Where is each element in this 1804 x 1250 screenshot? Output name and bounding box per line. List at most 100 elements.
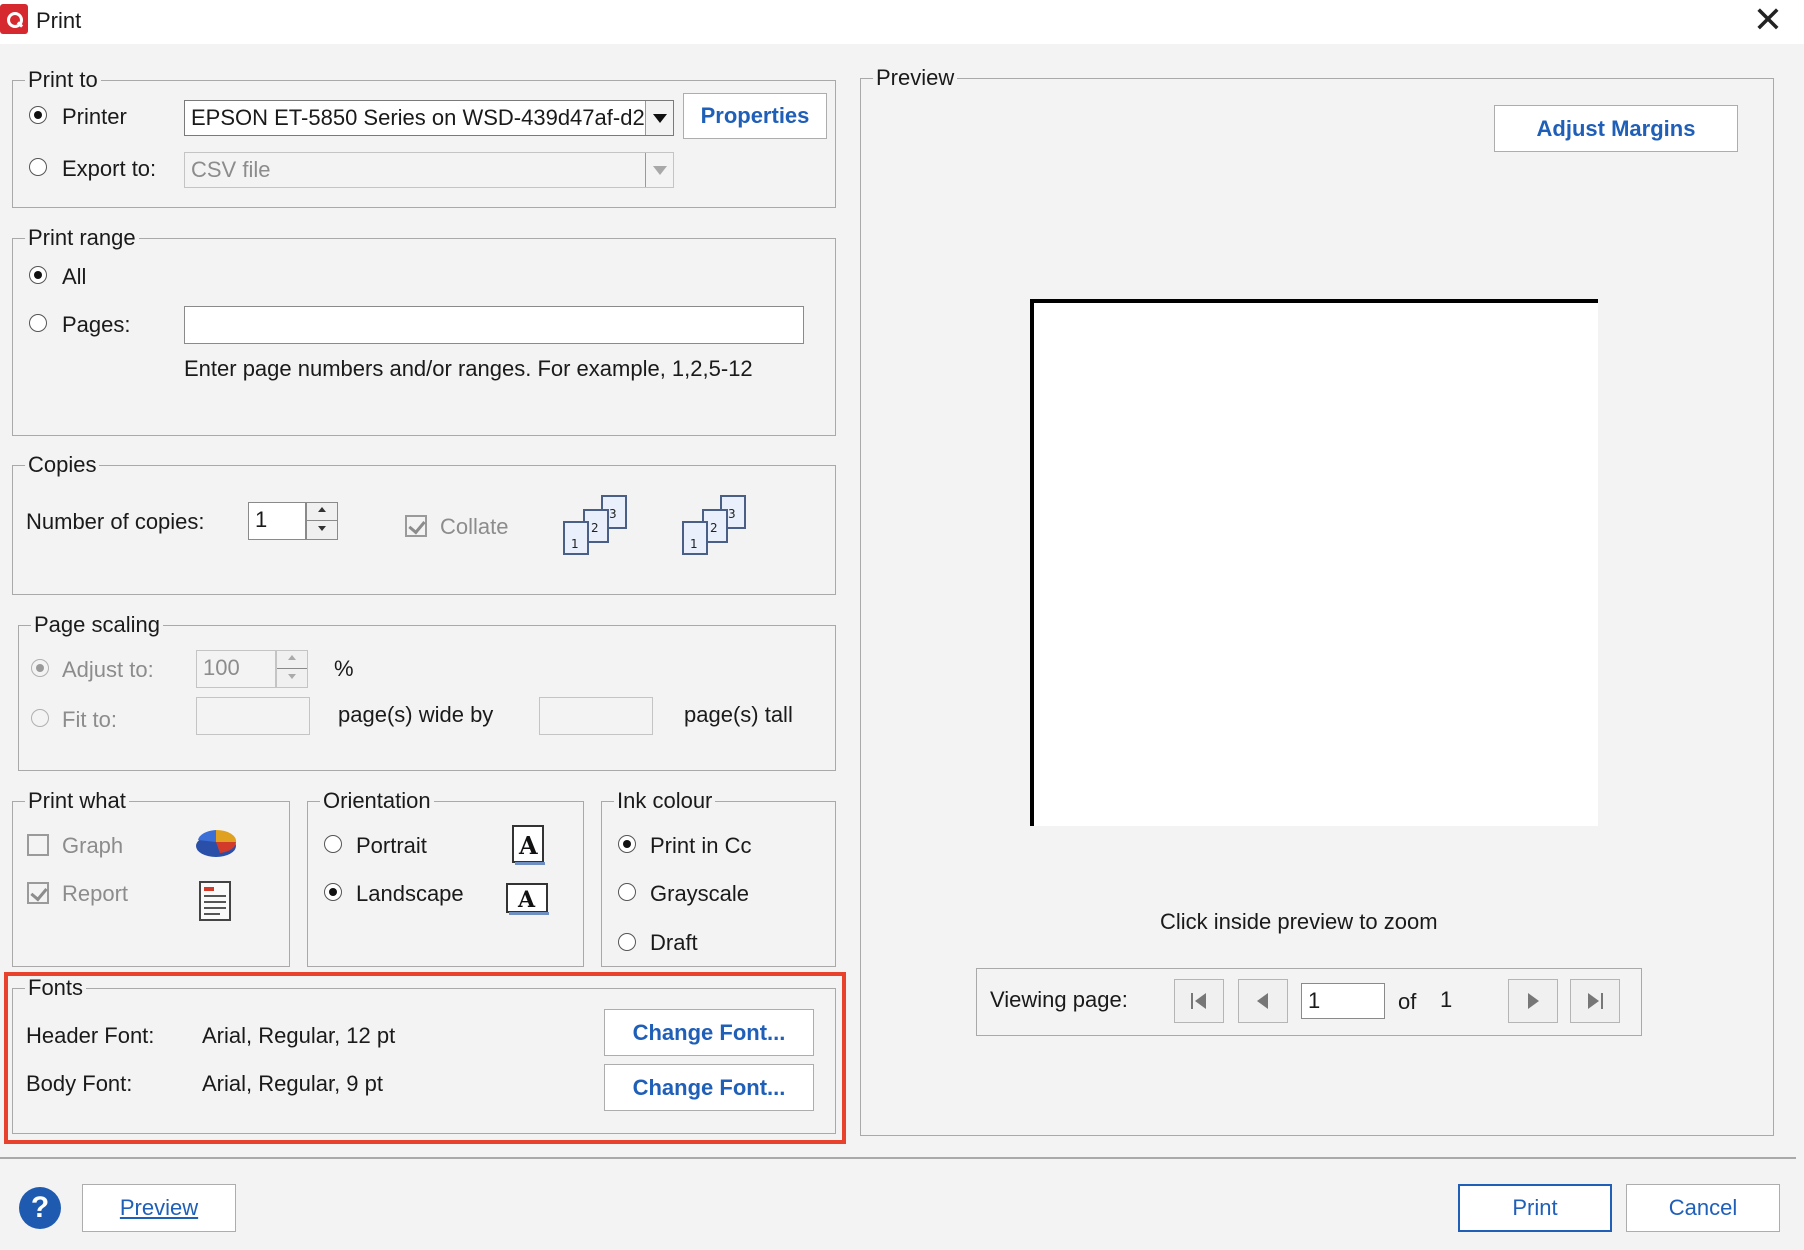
grayscale-label: Grayscale	[650, 881, 750, 906]
pages-input[interactable]	[184, 306, 804, 344]
next-page-button[interactable]	[1508, 979, 1558, 1023]
close-icon[interactable]: ✕	[1750, 2, 1786, 38]
stepper-up-icon	[277, 651, 307, 669]
preview-page[interactable]	[1030, 299, 1598, 826]
uncollated-pages-icon: 3 2 1	[682, 495, 746, 555]
adjust-to-radio	[31, 659, 49, 677]
print-what-group: Print what	[12, 788, 290, 967]
adjust-to-label: Adjust to:	[62, 657, 154, 682]
printer-radio[interactable]	[29, 106, 47, 124]
number-of-copies-label: Number of copies:	[26, 509, 205, 534]
zoom-hint: Click inside preview to zoom	[1160, 909, 1438, 934]
help-icon[interactable]: ?	[19, 1187, 61, 1229]
last-page-icon	[1588, 993, 1603, 1009]
svg-text:A: A	[518, 831, 538, 860]
cancel-button[interactable]: Cancel	[1626, 1184, 1780, 1232]
next-page-icon	[1528, 993, 1539, 1009]
svg-text:3: 3	[728, 507, 736, 521]
stepper-down-icon	[277, 669, 307, 687]
collate-checkbox	[405, 515, 427, 537]
collate-label: Collate	[440, 514, 509, 539]
draft-radio[interactable]	[618, 933, 636, 951]
stepper-up-icon[interactable]	[307, 503, 337, 521]
print-range-legend: Print range	[25, 225, 139, 251]
export-format-select: CSV file	[184, 152, 674, 188]
print-button[interactable]: Print	[1458, 1184, 1612, 1232]
fit-to-radio	[31, 709, 49, 727]
orientation-legend: Orientation	[320, 788, 434, 814]
landscape-page-icon: A	[506, 883, 549, 915]
adjust-margins-button[interactable]: Adjust Margins	[1494, 105, 1738, 152]
last-page-button[interactable]	[1570, 979, 1620, 1023]
landscape-label: Landscape	[356, 881, 464, 906]
copies-legend: Copies	[25, 452, 100, 478]
report-checkbox	[27, 882, 49, 904]
export-label: Export to:	[62, 156, 157, 181]
app-logo-icon	[0, 4, 28, 34]
svg-text:3: 3	[609, 507, 617, 521]
pages-wide-input	[196, 697, 310, 735]
total-pages: 1	[1440, 987, 1453, 1012]
preview-button[interactable]: Preview	[82, 1184, 236, 1232]
copies-stepper[interactable]	[306, 502, 338, 540]
of-label: of	[1398, 989, 1417, 1014]
collate-pages-icon: 3 2 1	[563, 495, 627, 555]
viewing-page-label: Viewing page:	[990, 987, 1128, 1012]
report-label: Report	[62, 881, 129, 906]
title-bar: Print ✕	[0, 0, 1804, 44]
graph-label: Graph	[62, 833, 124, 858]
print-in-colour-radio[interactable]	[618, 835, 636, 853]
page-scaling-group: Page scaling	[18, 612, 836, 771]
pages-hint: Enter page numbers and/or ranges. For ex…	[184, 356, 753, 381]
pages-wide-label: page(s) wide by	[338, 702, 494, 727]
portrait-radio[interactable]	[324, 835, 342, 853]
footer-divider	[0, 1157, 1796, 1159]
printer-select[interactable]: EPSON ET-5850 Series on WSD-439d47af-d2	[184, 100, 674, 136]
fit-to-label: Fit to:	[62, 707, 118, 732]
portrait-label: Portrait	[356, 833, 427, 858]
svg-text:2: 2	[710, 521, 718, 535]
pages-tall-input	[539, 697, 653, 735]
previous-page-button[interactable]	[1238, 979, 1288, 1023]
printer-label: Printer	[62, 104, 127, 129]
svg-text:A: A	[517, 887, 536, 913]
chevron-down-icon[interactable]	[645, 101, 673, 135]
print-in-colour-label: Print in Cc	[650, 833, 752, 858]
page-number-input[interactable]: 1	[1301, 983, 1385, 1019]
page-scaling-legend: Page scaling	[31, 612, 163, 638]
previous-page-icon	[1257, 993, 1268, 1009]
export-select-value: CSV file	[191, 157, 271, 182]
print-what-legend: Print what	[25, 788, 129, 814]
draft-label: Draft	[650, 930, 698, 955]
adjust-stepper	[276, 650, 308, 688]
range-pages-label: Pages:	[62, 312, 131, 337]
first-page-icon	[1191, 993, 1206, 1009]
print-to-legend: Print to	[25, 67, 101, 93]
printer-select-value: EPSON ET-5850 Series on WSD-439d47af-d2	[191, 105, 645, 130]
pages-tall-label: page(s) tall	[684, 702, 793, 727]
svg-text:2: 2	[591, 521, 599, 535]
fonts-highlight-box	[4, 972, 846, 1144]
first-page-button[interactable]	[1174, 979, 1224, 1023]
ink-colour-legend: Ink colour	[614, 788, 716, 814]
report-icon	[199, 881, 231, 921]
portrait-page-icon: A	[512, 825, 545, 865]
properties-button[interactable]: Properties	[683, 93, 827, 139]
pie-chart-icon	[196, 829, 237, 857]
range-all-label: All	[62, 264, 87, 289]
graph-checkbox	[27, 834, 49, 856]
svg-text:1: 1	[690, 537, 698, 551]
stepper-down-icon[interactable]	[307, 521, 337, 539]
window-title: Print	[36, 8, 82, 33]
range-all-radio[interactable]	[29, 266, 47, 284]
grayscale-radio[interactable]	[618, 883, 636, 901]
export-radio[interactable]	[29, 158, 47, 176]
preview-legend: Preview	[873, 65, 958, 91]
landscape-radio[interactable]	[324, 883, 342, 901]
adjust-percent-input: 100	[196, 650, 276, 688]
chevron-down-icon	[645, 153, 673, 187]
copies-input[interactable]: 1	[248, 502, 306, 540]
range-pages-radio[interactable]	[29, 314, 47, 332]
percent-sign: %	[334, 656, 354, 681]
svg-text:1: 1	[571, 537, 579, 551]
